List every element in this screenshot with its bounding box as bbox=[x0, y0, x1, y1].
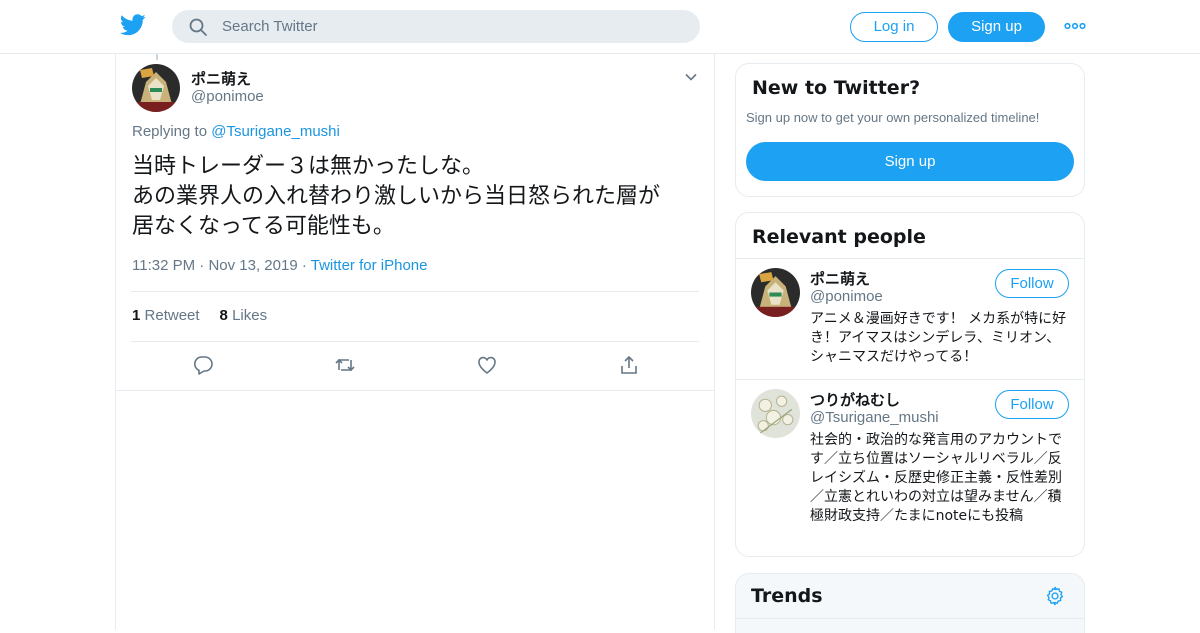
divider bbox=[736, 618, 1084, 619]
tweet-text: 当時トレーダー３は無かったしな。 あの業界人の入れ替わり激しいから当日怒られた層… bbox=[132, 152, 702, 242]
avatar[interactable] bbox=[751, 389, 800, 438]
tweet-source[interactable]: Twitter for iPhone bbox=[311, 257, 428, 274]
avatar[interactable] bbox=[132, 64, 180, 112]
tweet-time[interactable]: 11:32 PM bbox=[132, 257, 195, 274]
like-label: Likes bbox=[232, 307, 268, 324]
new-to-twitter-card: New to Twitter? Sign up now to get your … bbox=[735, 63, 1085, 197]
author-name[interactable]: ポニ萌え bbox=[191, 68, 251, 89]
retweet-stat[interactable]: 1 Retweet bbox=[132, 307, 200, 324]
sidebar-signup-button[interactable]: Sign up bbox=[746, 142, 1074, 181]
new-to-twitter-subtitle: Sign up now to get your own personalized… bbox=[746, 110, 1040, 125]
relevant-people-title: Relevant people bbox=[752, 226, 926, 248]
mention-link[interactable]: @Tsurigane_mushi bbox=[211, 123, 340, 140]
reply-icon[interactable] bbox=[192, 354, 214, 376]
retweet-icon[interactable] bbox=[334, 354, 356, 376]
thread-connector bbox=[156, 54, 158, 60]
replying-prefix: Replying to bbox=[132, 123, 208, 140]
follow-button[interactable]: Follow bbox=[995, 390, 1069, 419]
tweet-text-line: あの業界人の入れ替わり激しいから当日怒られた層が bbox=[132, 184, 661, 209]
tweet-column: ポニ萌え @ponimoe Replying to @Tsurigane_mus… bbox=[115, 54, 715, 630]
person-name[interactable]: つりがねむし bbox=[810, 389, 900, 410]
chevron-down-icon[interactable] bbox=[684, 70, 698, 84]
search-icon bbox=[189, 18, 207, 36]
person-handle[interactable]: @ponimoe bbox=[810, 288, 883, 305]
signup-button[interactable]: Sign up bbox=[948, 12, 1045, 42]
retweet-count: 1 bbox=[132, 307, 141, 324]
person-bio: アニメ＆漫画好きです！ メカ系が特に好き！アイマスはシンデレラ、ミリオン、シャニ… bbox=[810, 311, 1067, 365]
author-handle[interactable]: @ponimoe bbox=[191, 88, 264, 105]
person-name[interactable]: ポニ萌え bbox=[810, 268, 870, 289]
like-count: 8 bbox=[219, 307, 228, 324]
divider bbox=[131, 341, 699, 342]
tweet-text-line: 当時トレーダー３は無かったしな。 bbox=[132, 154, 485, 179]
top-bar: Log in Sign up bbox=[0, 0, 1200, 54]
twitter-bird-icon[interactable] bbox=[120, 14, 146, 36]
tweet-actions bbox=[116, 354, 716, 380]
new-to-twitter-title: New to Twitter? bbox=[752, 77, 921, 99]
retweet-label: Retweet bbox=[144, 307, 200, 324]
search-input[interactable] bbox=[222, 18, 662, 35]
trends-card: Trends bbox=[735, 573, 1085, 633]
tweet-meta: 11:32 PM · Nov 13, 2019 · Twitter for iP… bbox=[132, 257, 427, 274]
trends-title: Trends bbox=[751, 585, 823, 607]
login-button[interactable]: Log in bbox=[850, 12, 938, 42]
divider bbox=[116, 390, 714, 391]
heart-icon[interactable] bbox=[476, 354, 498, 376]
person-bio: 社会的・政治的な発言用のアカウントです／立ち位置はソーシャルリベラル／反レイシズ… bbox=[810, 432, 1062, 524]
tweet-date[interactable]: Nov 13, 2019 bbox=[208, 257, 297, 274]
more-options-icon[interactable] bbox=[1064, 19, 1086, 33]
like-stat[interactable]: 8 Likes bbox=[220, 307, 268, 324]
replying-to: Replying to @Tsurigane_mushi bbox=[132, 123, 340, 140]
gear-icon[interactable] bbox=[1044, 585, 1066, 607]
meta-separator: · bbox=[301, 257, 311, 274]
person-item[interactable]: つりがねむし @Tsurigane_mushi Follow 社会的・政治的な発… bbox=[736, 379, 1084, 557]
search-bar[interactable] bbox=[172, 10, 700, 43]
share-icon[interactable] bbox=[618, 354, 640, 376]
person-handle[interactable]: @Tsurigane_mushi bbox=[810, 409, 939, 426]
divider bbox=[131, 291, 699, 292]
follow-button[interactable]: Follow bbox=[995, 269, 1069, 298]
person-item[interactable]: ポニ萌え @ponimoe Follow アニメ＆漫画好きです！ メカ系が特に好… bbox=[736, 258, 1084, 379]
tweet-stats: 1 Retweet 8 Likes bbox=[132, 307, 267, 324]
tweet-text-line: 居なくなってる可能性も。 bbox=[132, 214, 395, 239]
relevant-people-card: Relevant people ポニ萌え @ponimoe Follow アニメ… bbox=[735, 212, 1085, 557]
avatar[interactable] bbox=[751, 268, 800, 317]
